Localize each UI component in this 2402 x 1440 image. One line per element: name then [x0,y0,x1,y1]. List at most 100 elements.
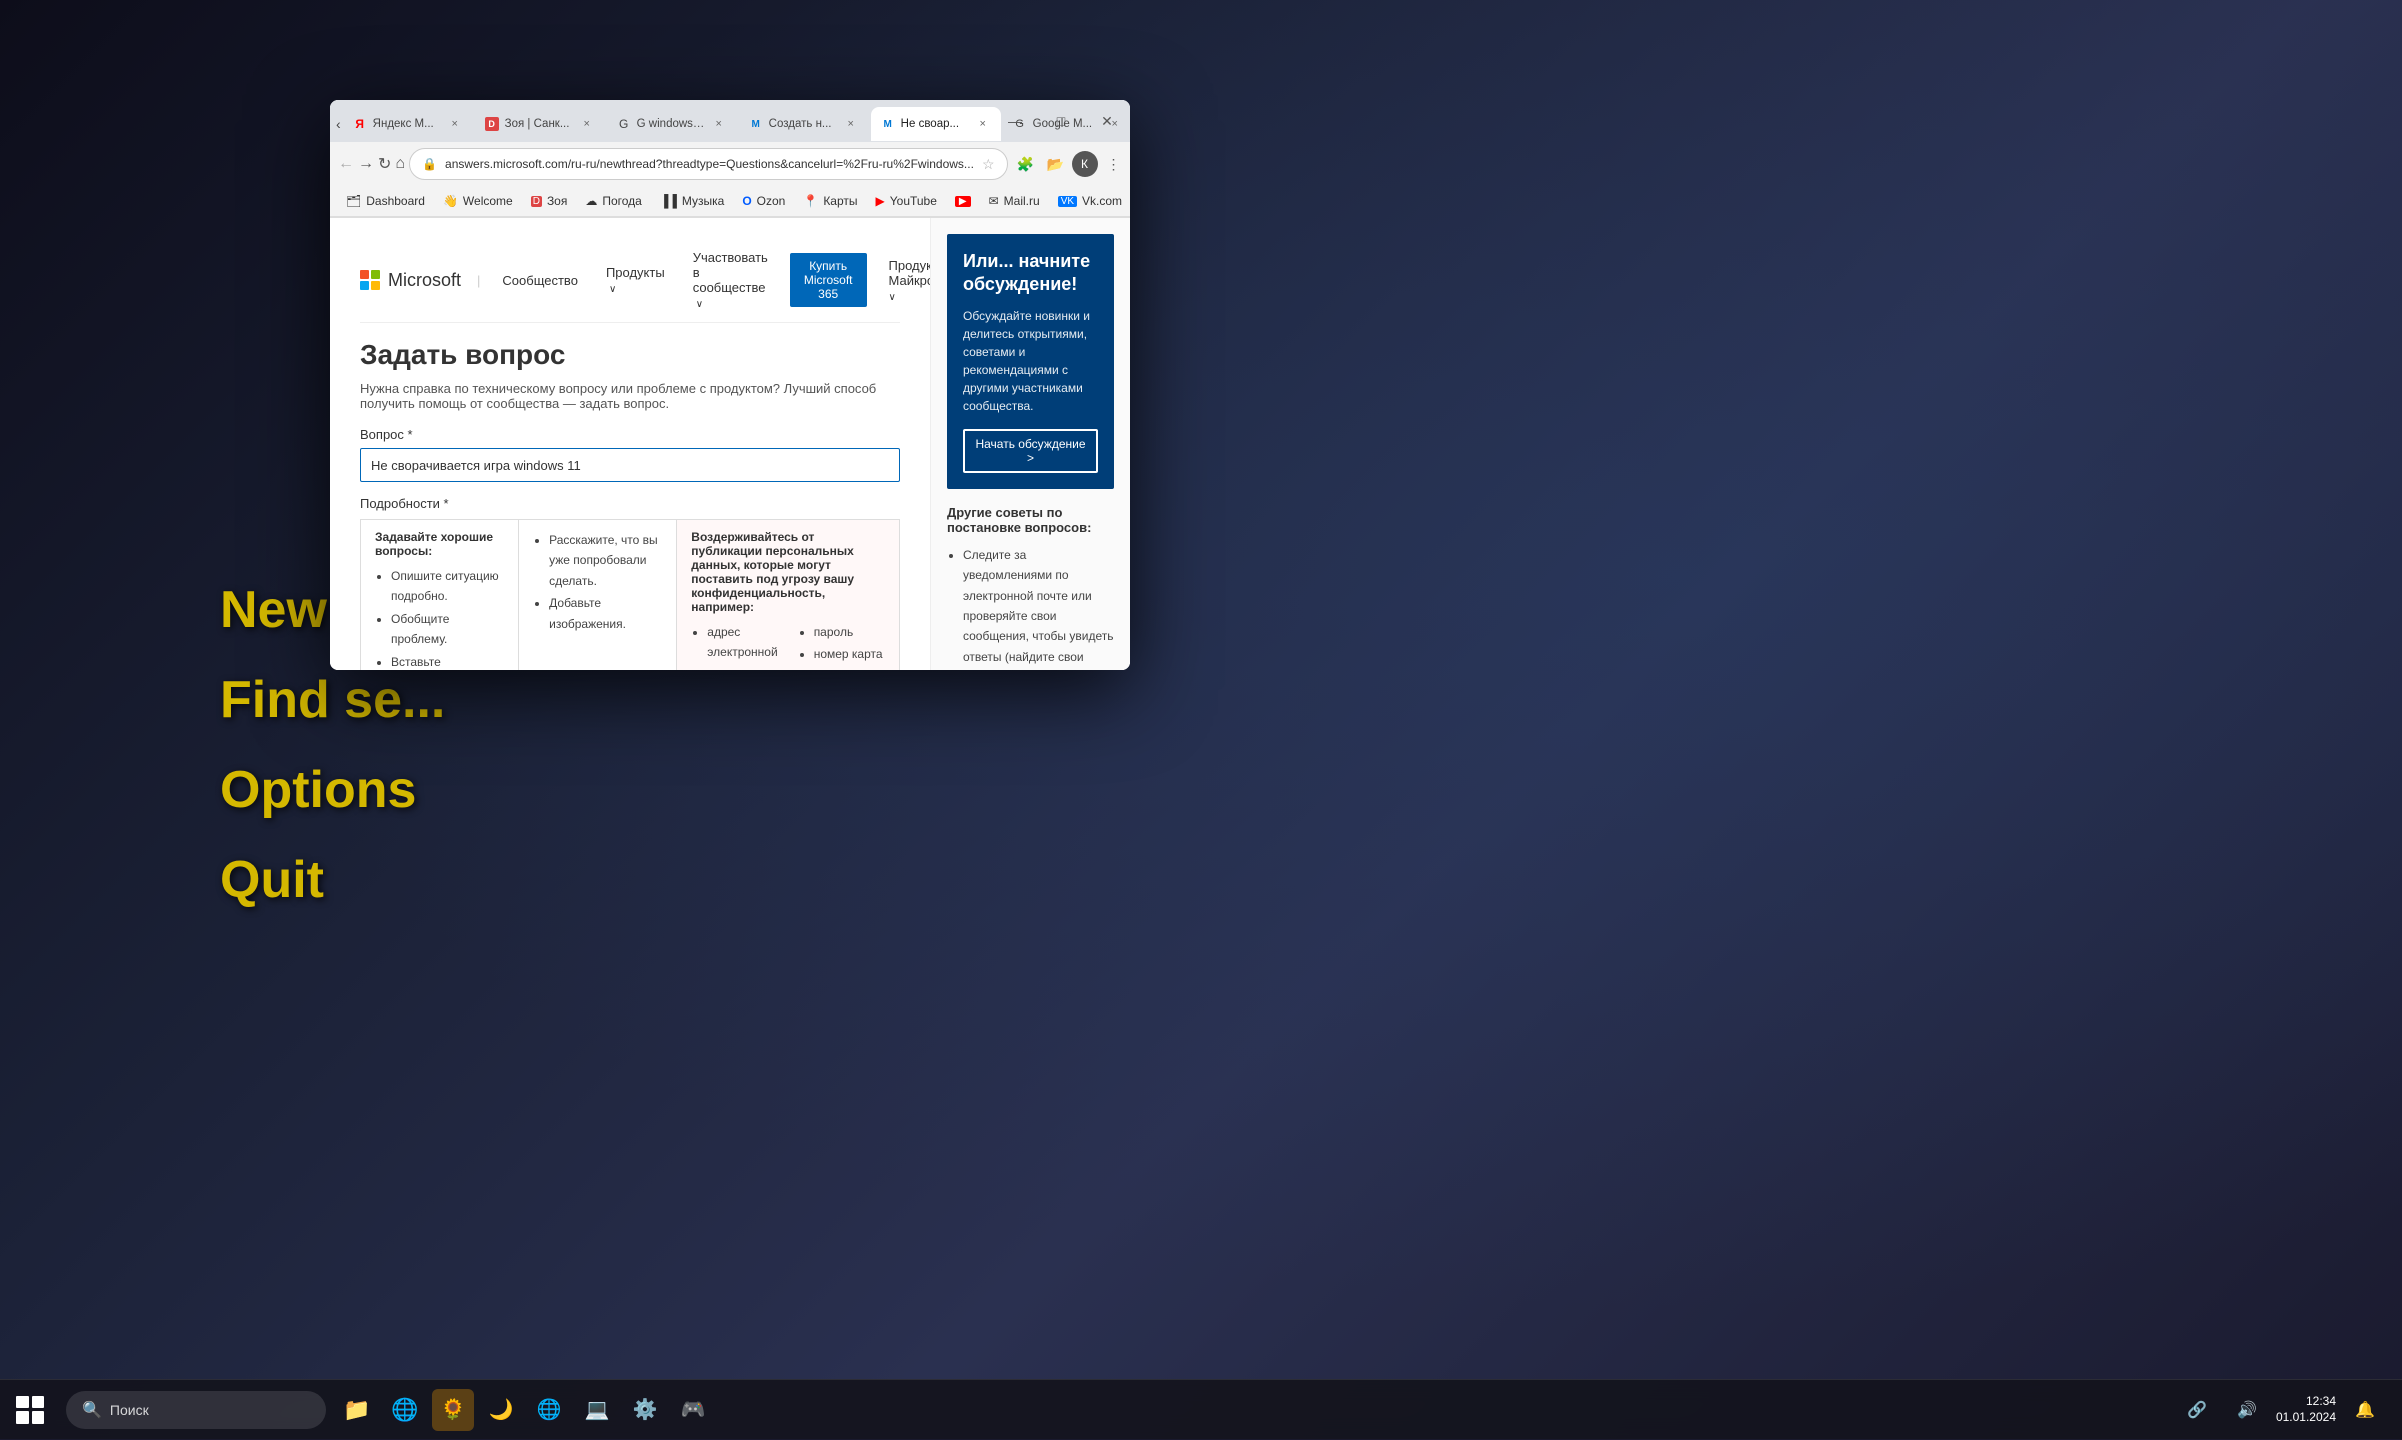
taskbar-app4[interactable]: 🌙 [480,1389,522,1431]
taskbar-search-box[interactable]: 🔍 Поиск [66,1391,326,1429]
taskbar-volume-icon[interactable]: 🔊 [2226,1389,2268,1431]
tab-yandex-close[interactable]: × [447,116,463,132]
tab-google-windows-close[interactable]: × [711,116,727,132]
tab-current-active[interactable]: M Не своар... × [871,107,1001,141]
forward-button[interactable]: → [358,149,374,179]
ms-nav-participate[interactable]: Участвовать в сообществе ∨ [687,246,774,314]
home-button[interactable]: ⌂ [395,149,405,179]
tab-google-windows[interactable]: G G windows н... × [607,107,737,141]
weather-icon: ☁ [585,194,597,208]
page-content: Microsoft | Сообщество Продукты ∨ Участв… [330,218,1130,670]
bookmark-welcome[interactable]: 👋 Welcome [435,191,521,211]
tab-create-favicon: M [749,117,763,131]
taskbar: 🔍 Поиск 📁 🌐 🌻 🌙 🌐 💻 ⚙️ 🎮 🔗 🔊 12:34 01.01… [0,1379,2402,1439]
bookmark-maps[interactable]: 📍 Карты [795,191,865,211]
maximize-button[interactable]: □ [1038,100,1084,142]
vk-icon: VK [1058,196,1077,207]
tab-zoya[interactable]: D Зоя | Санк... × [475,107,605,141]
bookmark-music[interactable]: ▐▐ Музыка [652,191,732,211]
sidebar-tips-list: Следите за уведомлениями по электронной … [947,545,1114,670]
question-input[interactable] [360,448,900,482]
tips-col-tried: Расскажите, что вы уже попробовали сдела… [518,520,676,670]
tips-col1-list: Опишите ситуацию подробно. Обобщите проб… [375,566,504,670]
taskbar-file-explorer[interactable]: 📁 [336,1389,378,1431]
tab-create-close[interactable]: × [843,116,859,132]
ms-divider: | [477,273,480,288]
bookmark-welcome-label: Welcome [463,194,513,208]
taskbar-date: 01.01.2024 [2276,1410,2336,1426]
bookmark-yt2[interactable]: ▶ [947,193,979,210]
ms-nav-products[interactable]: Продукты ∨ [600,261,671,299]
ms-products-link[interactable]: Продукты Майкрософт ∨ [883,254,931,307]
bookmark-ozon-label: Ozon [757,194,786,208]
sidebar-promo-card: Или... начните обсуждение! Обсуждайте но… [947,234,1114,489]
music-icon: ▐▐ [660,194,677,208]
tips-col1-title: Задавайте хорошие вопросы: [375,530,504,558]
buy-microsoft365-button[interactable]: Купить Microsoft 365 [790,253,867,307]
window-controls: — □ ✕ [992,100,1130,142]
page-main: Microsoft | Сообщество Продукты ∨ Участв… [330,218,930,670]
ms-logo-yellow [371,281,380,290]
sidebar-card-title: Или... начните обсуждение! [963,250,1098,297]
page-title: Задать вопрос [360,339,900,371]
bookmark-mailru-label: Mail.ru [1004,194,1040,208]
taskbar-app3[interactable]: 🌻 [432,1389,474,1431]
bookmark-dashboard[interactable]: 🗂 Dashboard [338,191,433,211]
bookmark-youtube[interactable]: ▶ YouTube [868,191,945,211]
dashboard-icon: 🗂 [346,194,361,208]
browser-actions: 🧩 📂 К ⋮ [1012,150,1128,178]
bookmark-weather[interactable]: ☁ Погода [577,191,650,211]
minimize-button[interactable]: — [992,100,1038,142]
tab-create[interactable]: M Создать н... × [739,107,869,141]
collections-button[interactable]: 📂 [1042,150,1070,178]
tips-col-good: Задавайте хорошие вопросы: Опишите ситуа… [361,520,518,670]
bookmark-mailru[interactable]: ✉ Mail.ru [981,191,1048,211]
tips-col-privacy: Воздерживайтесь от публикации персональн… [676,520,899,670]
bookmark-vkcom[interactable]: VK Vk.com [1050,191,1130,211]
start-button[interactable] [0,1380,60,1440]
back-button[interactable]: ← [338,149,354,179]
taskbar-game-app[interactable]: 🎮 [672,1389,714,1431]
taskbar-browser[interactable]: 🌐 [528,1389,570,1431]
lock-icon: 🔒 [422,157,437,171]
taskbar-right: 🔗 🔊 12:34 01.01.2024 🔔 [2176,1389,2402,1431]
tab-yandex[interactable]: Я Яндекс М... × [343,107,473,141]
tips-col3-list-left: адрес электронной почты номер телефона к… [691,622,777,670]
profile-button[interactable]: К [1072,151,1098,177]
tab-current-close[interactable]: × [975,116,991,132]
start-icon-cell-1 [16,1396,29,1409]
taskbar-notifications-icon[interactable]: 🔔 [2344,1389,2386,1431]
start-discussion-button[interactable]: Начать обсуждение > [963,429,1098,473]
taskbar-network-icon[interactable]: 🔗 [2176,1389,2218,1431]
tab-google-favicon: G [617,117,631,131]
taskbar-terminal[interactable]: 💻 [576,1389,618,1431]
taskbar-settings[interactable]: ⚙️ [624,1389,666,1431]
browser-window: ‹ Я Яндекс М... × D Зоя | Санк... × G G … [330,100,1130,670]
tab-scroll-left[interactable]: ‹ [336,110,341,138]
address-bar[interactable]: 🔒 answers.microsoft.com/ru-ru/newthread?… [409,148,1007,180]
bookmark-ozon[interactable]: O Ozon [734,191,793,211]
extensions-button[interactable]: 🧩 [1012,150,1040,178]
taskbar-clock[interactable]: 12:34 01.01.2024 [2276,1394,2336,1425]
favorite-icon[interactable]: ☆ [982,156,995,173]
sidebar-card-text: Обсуждайте новинки и делитесь открытиями… [963,307,1098,415]
ms-logo: Microsoft [360,270,461,291]
bookmark-weather-label: Погода [602,194,642,208]
close-button[interactable]: ✕ [1084,100,1130,142]
yt2-icon: ▶ [955,196,971,207]
game-menu-item-findservers: Find se... [220,670,445,730]
tips-col3-list-right: пароль номер карта кредита серийный номе… [798,622,885,670]
tab-bar: ‹ Я Яндекс М... × D Зоя | Санк... × G G … [330,100,1130,142]
url-text: answers.microsoft.com/ru-ru/newthread?th… [445,157,974,171]
bookmark-zoya[interactable]: D Зоя [523,191,576,211]
settings-button[interactable]: ⋮ [1100,150,1128,178]
reload-button[interactable]: ↻ [378,149,391,179]
page-subtitle: Нужна справка по техническому вопросу ил… [360,381,900,411]
tip-item: пароль [814,622,885,642]
bookmarks-bar: 🗂 Dashboard 👋 Welcome D Зоя ☁ Погода ▐▐ … [330,186,1130,217]
taskbar-edge[interactable]: 🌐 [384,1389,426,1431]
tips-col2-list: Расскажите, что вы уже попробовали сдела… [533,530,662,634]
tips-col3-lists: адрес электронной почты номер телефона к… [691,622,885,670]
tab-zoya-close[interactable]: × [579,116,595,132]
ms-nav-community[interactable]: Сообщество [496,269,584,292]
